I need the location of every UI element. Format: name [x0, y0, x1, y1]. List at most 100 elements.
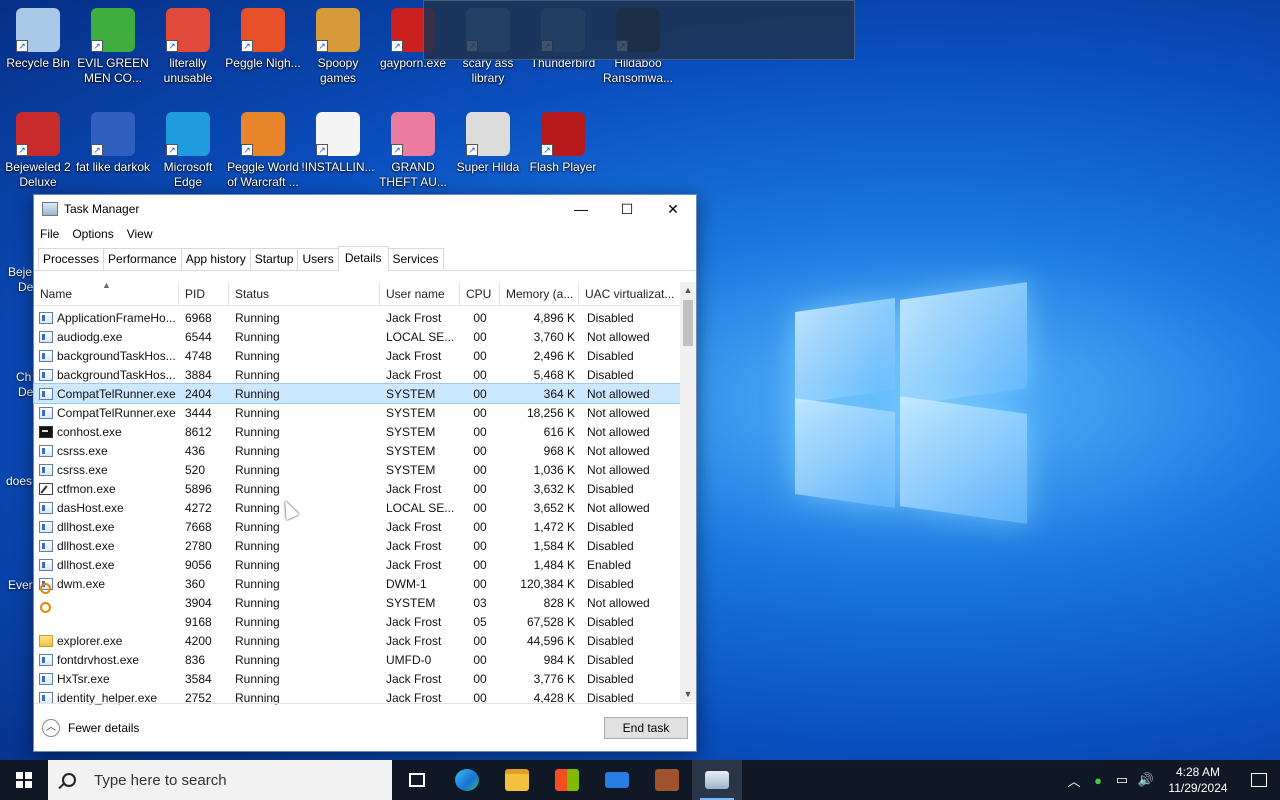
table-row[interactable]: fontdrvhost.exe 836 Running UMFD-0 00 984 K Di…: [34, 650, 680, 669]
table-row[interactable]: csrss.exe 520 Running SYSTEM 00 1,036 K Not al…: [34, 460, 680, 479]
maximize-button[interactable]: ☐: [604, 195, 650, 223]
scroll-down-icon[interactable]: ▼: [680, 686, 696, 702]
process-pid: 4200: [185, 633, 212, 648]
table-row[interactable]: dasHost.exe 4272 Running LOCAL SE... 00 3,652…: [34, 498, 680, 517]
table-row[interactable]: CompatTelRunner.exe 3444 Running SYSTEM 00 18…: [34, 403, 680, 422]
desktop-icon[interactable]: ↗ EVIL GREEN MEN CO...: [75, 8, 151, 86]
process-user: DWM-1: [386, 576, 427, 591]
tab-app-history[interactable]: App history: [180, 248, 251, 270]
taskbar-search-box[interactable]: Type here to search: [48, 760, 392, 800]
menu-file[interactable]: File: [40, 227, 59, 241]
process-rows: ApplicationFrameHo... 6968 Running Jack Fro…: [33, 308, 681, 707]
notification-center-button[interactable]: [1238, 760, 1280, 800]
start-button[interactable]: [0, 760, 48, 800]
desktop-icon[interactable]: ↗ Super Hilda: [450, 112, 526, 175]
table-row[interactable]: Everything.exe9168RunningJack Frost0567,…: [34, 601, 680, 631]
tab-performance[interactable]: Performance: [103, 248, 182, 270]
process-cpu: 00: [473, 538, 487, 553]
process-app-icon: [39, 653, 53, 666]
process-name-cell: explorer.exe: [34, 634, 179, 648]
desktop-icon[interactable]: ↗ GRAND THEFT AU...: [375, 112, 451, 190]
tab-services[interactable]: Services: [387, 248, 444, 270]
desktop-icon[interactable]: ↗ Peggle Nigh...: [225, 8, 301, 71]
tab-details[interactable]: Details: [337, 246, 389, 271]
process-status: Running: [235, 424, 280, 439]
minimize-button[interactable]: —: [558, 195, 604, 223]
task-view-button[interactable]: [392, 760, 442, 800]
scroll-thumb[interactable]: [683, 300, 693, 346]
scroll-up-icon[interactable]: ▲: [680, 282, 696, 298]
network-icon[interactable]: ▭: [1110, 772, 1134, 788]
tab-users[interactable]: Users: [297, 248, 339, 270]
desktop-icon[interactable]: ↗ Flash Player: [525, 112, 601, 175]
taskbar-store[interactable]: [542, 760, 592, 800]
fewer-details-link[interactable]: ︿ Fewer details: [42, 718, 139, 737]
desktop-icon[interactable]: ↗ Spoopy games: [300, 8, 376, 86]
process-pid: 836: [185, 652, 206, 667]
table-row[interactable]: ApplicationFrameHo... 6968 Running Jack Fro…: [34, 308, 680, 327]
table-row[interactable]: audiodg.exe 6544 Running LOCAL SE... 00 3,760…: [34, 327, 680, 346]
end-task-button[interactable]: End task: [604, 716, 688, 739]
process-uac: Not allowed: [587, 405, 650, 420]
clock-time: 4:28 AM: [1175, 765, 1221, 779]
process-name-cell: ctfmon.exe: [34, 482, 179, 496]
desktop-icon[interactable]: ↗ Bejeweled 2 Deluxe: [0, 112, 76, 190]
table-row[interactable]: conhost.exe 8612 Running SYSTEM 00 616 K Not a…: [34, 422, 680, 441]
table-row[interactable]: dllhost.exe 7668 Running Jack Frost 00 1,472 …: [34, 517, 680, 536]
desktop-icon[interactable]: ↗ !INSTALLIN...: [300, 112, 376, 175]
process-app-icon: [39, 520, 53, 533]
table-row[interactable]: backgroundTaskHos... 3884 Running Jack Fros…: [34, 365, 680, 384]
menu-view[interactable]: View: [127, 227, 153, 241]
title-bar[interactable]: Task Manager — ☐ ✕: [34, 195, 696, 223]
column-header-pid[interactable]: PID: [179, 282, 229, 306]
taskbar-thumbnail-strip: [423, 0, 855, 60]
taskbar-mail[interactable]: [592, 760, 642, 800]
sort-up-icon: ▲: [102, 280, 111, 290]
table-row[interactable]: ctfmon.exe 5896 Running Jack Frost 00 3,632 K…: [34, 479, 680, 498]
chevron-up-tray-icon[interactable]: ︿: [1062, 771, 1086, 790]
details-grid: ▲ Name PID Status User name CPU Memory (…: [33, 280, 696, 705]
user-tray-icon[interactable]: ●: [1086, 773, 1110, 788]
vertical-scrollbar[interactable]: ▲ ▼: [680, 282, 696, 702]
process-uac: Disabled: [587, 614, 634, 629]
tab-startup[interactable]: Startup: [249, 248, 299, 270]
tab-processes[interactable]: Processes: [38, 248, 105, 270]
close-button[interactable]: ✕: [650, 195, 696, 223]
column-header-memory[interactable]: Memory (a...: [500, 282, 579, 306]
desktop-icon[interactable]: ↗ Microsoft Edge: [150, 112, 226, 190]
taskbar-edge[interactable]: [442, 760, 492, 800]
table-row[interactable]: csrss.exe 436 Running SYSTEM 00 968 K Not allo…: [34, 441, 680, 460]
taskbar-task-manager[interactable]: [692, 760, 742, 800]
table-row[interactable]: explorer.exe 4200 Running Jack Frost 00 44,59…: [34, 631, 680, 650]
desktop-partial-label: Ch: [16, 370, 32, 384]
process-status: Running: [235, 652, 280, 667]
table-row[interactable]: dllhost.exe 2780 Running Jack Frost 00 1,584 …: [34, 536, 680, 555]
desktop-icon[interactable]: ↗ fat like darkok: [75, 112, 151, 175]
process-app-icon: [39, 463, 53, 476]
app-icon: ↗: [241, 112, 285, 156]
process-app-icon: [39, 311, 53, 324]
process-status: Running: [235, 405, 280, 420]
desktop-icon[interactable]: ↗ literally unusable: [150, 8, 226, 86]
menu-options[interactable]: Options: [72, 227, 113, 241]
process-pen-icon: [39, 482, 53, 495]
process-pid: 436: [185, 443, 206, 458]
clock[interactable]: 4:28 AM 11/29/2024: [1158, 764, 1238, 796]
table-row[interactable]: dllhost.exe 9056 Running Jack Frost 00 1,484 …: [34, 555, 680, 574]
desktop-icon[interactable]: ↗ Recycle Bin: [0, 8, 76, 71]
desktop-icon[interactable]: ↗ Peggle World of Warcraft ...: [225, 112, 301, 190]
taskbar-app-box[interactable]: [642, 760, 692, 800]
table-row[interactable]: HxTsr.exe 3584 Running Jack Frost 00 3,776 K D…: [34, 669, 680, 688]
column-header-uac[interactable]: UAC virtualizat...: [579, 282, 680, 306]
column-header-status[interactable]: Status: [229, 282, 380, 306]
column-header-user[interactable]: User name: [380, 282, 460, 306]
shortcut-arrow-icon: ↗: [166, 144, 178, 156]
volume-icon[interactable]: 🔊: [1134, 772, 1158, 788]
table-row[interactable]: backgroundTaskHos... 4748 Running Jack Fros…: [34, 346, 680, 365]
table-row[interactable]: CompatTelRunner.exe 2404 Running SYSTEM 00 36…: [33, 383, 681, 404]
taskbar-file-explorer[interactable]: [492, 760, 542, 800]
desktop-icon-label: Super Hilda: [456, 160, 520, 174]
column-header-cpu[interactable]: CPU: [460, 282, 500, 306]
shortcut-arrow-icon: ↗: [541, 144, 553, 156]
process-memory: 3,632 K: [533, 481, 575, 496]
